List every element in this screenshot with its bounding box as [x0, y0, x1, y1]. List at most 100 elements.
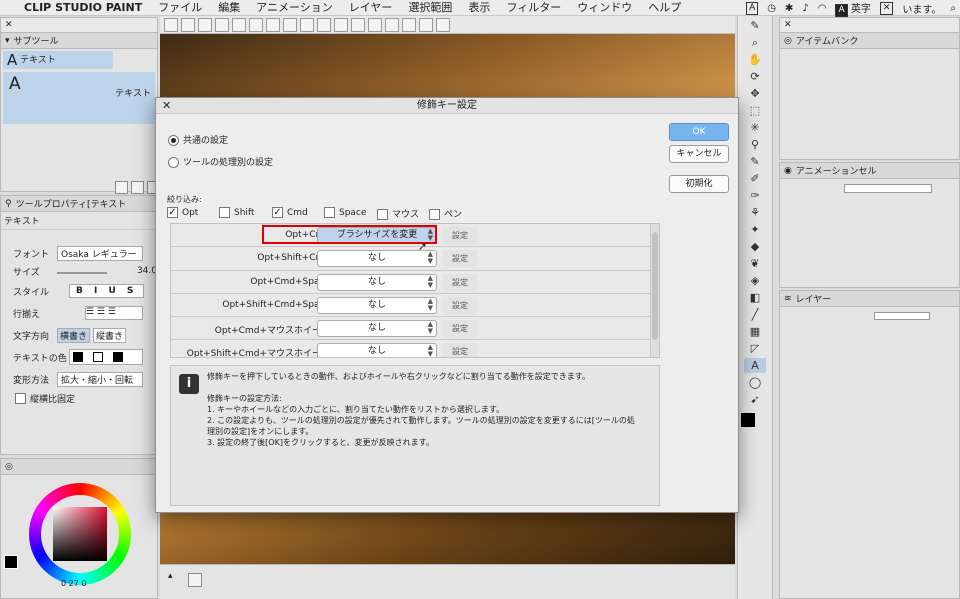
- figure-tool-icon[interactable]: ╱: [744, 307, 766, 322]
- row-action-select[interactable]: なし ▲ ▼: [317, 296, 437, 314]
- toolprop-tab[interactable]: ⚲ ツールプロパティ[テキスト: [1, 196, 157, 212]
- cancel-button[interactable]: キャンセル: [669, 145, 729, 163]
- display-icon[interactable]: A: [746, 1, 759, 15]
- row-setting-button[interactable]: 設定: [443, 343, 477, 357]
- sparkle-tool-icon[interactable]: ✦: [744, 222, 766, 237]
- color-panel-tab[interactable]: ◎: [1, 459, 157, 475]
- filter-shift[interactable]: Shift: [219, 207, 272, 220]
- vertical-button[interactable]: 縦書き: [93, 327, 127, 343]
- subtool-large-item[interactable]: A テキスト: [3, 72, 155, 124]
- volume-icon[interactable]: ♪: [802, 3, 808, 14]
- color-wheel[interactable]: [29, 483, 131, 585]
- menu-view[interactable]: 表示: [460, 0, 498, 16]
- row-action-select[interactable]: なし ▲ ▼: [317, 320, 437, 338]
- size-value[interactable]: 34.0: [137, 266, 157, 276]
- user-name[interactable]: います。: [902, 1, 941, 16]
- time-machine-icon[interactable]: ◷: [767, 3, 776, 14]
- move-tool-icon[interactable]: ✥: [744, 86, 766, 101]
- menu-help[interactable]: ヘルプ: [640, 0, 689, 16]
- rotate-tool-icon[interactable]: ⟳: [744, 69, 766, 84]
- bluetooth-icon[interactable]: ✱: [785, 3, 793, 14]
- import-icon[interactable]: [436, 17, 450, 32]
- export-icon[interactable]: [419, 17, 433, 32]
- new-file-icon[interactable]: [181, 17, 195, 32]
- text-color-swatches[interactable]: [69, 349, 143, 365]
- gradient-tool-icon[interactable]: ◧: [744, 290, 766, 305]
- filter-opt[interactable]: ✓ Opt: [167, 207, 219, 220]
- layer-tab[interactable]: ≋ レイヤー: [780, 291, 959, 307]
- airbrush-tool-icon[interactable]: ✑: [744, 188, 766, 203]
- main-color-chip[interactable]: [4, 555, 18, 569]
- color-square[interactable]: [53, 507, 107, 561]
- dialog-close-icon[interactable]: ✕: [162, 98, 171, 114]
- main-color-chip[interactable]: [741, 413, 755, 427]
- filter-opt-checkbox[interactable]: ✓: [167, 207, 178, 218]
- filter-mouse-checkbox[interactable]: [377, 209, 388, 220]
- zoom-tool-icon[interactable]: ⌕: [744, 35, 766, 50]
- pen-tool-icon[interactable]: ✎: [744, 18, 766, 33]
- menu-filter[interactable]: フィルター: [498, 0, 569, 16]
- filter-space-checkbox[interactable]: [324, 207, 335, 218]
- row-action-select[interactable]: なし ▲ ▼: [317, 343, 437, 357]
- app-menu[interactable]: CLIP STUDIO PAINT: [16, 0, 150, 16]
- horizontal-button[interactable]: 横書き: [57, 327, 91, 343]
- transform-icon[interactable]: [300, 17, 314, 32]
- wifi-icon[interactable]: ◠: [818, 3, 827, 14]
- scrollbar-thumb[interactable]: [652, 232, 658, 340]
- main-color-swatch[interactable]: [73, 352, 83, 362]
- help-icon[interactable]: [402, 17, 416, 32]
- frame-tool-icon[interactable]: ▦: [744, 324, 766, 339]
- fill-tool-icon[interactable]: ◈: [744, 273, 766, 288]
- selection-tool-icon[interactable]: ⬚: [744, 103, 766, 118]
- row-setting-button[interactable]: 設定: [443, 273, 477, 291]
- ruler-icon[interactable]: [368, 17, 382, 32]
- panel-close-icon[interactable]: ✕: [5, 20, 13, 30]
- save-icon[interactable]: [215, 17, 229, 32]
- pencil-tool-icon[interactable]: ✎: [744, 154, 766, 169]
- transform-select[interactable]: 拡大・縮小・回転: [57, 371, 143, 387]
- menu-edit[interactable]: 編集: [210, 0, 248, 16]
- search-icon[interactable]: ⌕: [950, 3, 956, 14]
- ruler-tool-icon[interactable]: ◸: [744, 341, 766, 356]
- filter-pen[interactable]: ペン: [429, 207, 462, 220]
- navigator-icon[interactable]: [188, 573, 202, 587]
- snap-icon[interactable]: [385, 17, 399, 32]
- copy-icon[interactable]: [115, 181, 128, 194]
- menu-file[interactable]: ファイル: [150, 0, 210, 16]
- row-setting-button[interactable]: 設定: [443, 227, 477, 244]
- deselect-icon[interactable]: [334, 17, 348, 32]
- opacity-field[interactable]: [874, 312, 930, 320]
- balloon-tool-icon[interactable]: ◯: [744, 375, 766, 390]
- eraser-tool-icon[interactable]: ◆: [744, 239, 766, 254]
- row-setting-button[interactable]: 設定: [443, 320, 477, 338]
- menu-selection[interactable]: 選択範囲: [400, 0, 460, 16]
- fill-icon[interactable]: [283, 17, 297, 32]
- brush-tool-icon[interactable]: ✐: [744, 171, 766, 186]
- decoration-tool-icon[interactable]: ⚘: [744, 205, 766, 220]
- filter-cmd-checkbox[interactable]: ✓: [272, 207, 283, 218]
- filter-space[interactable]: Space: [324, 207, 377, 220]
- subtool-tab[interactable]: ▾ サブツール: [1, 33, 157, 49]
- reset-button[interactable]: 初期化: [669, 175, 729, 193]
- clip-studio-icon[interactable]: [164, 17, 178, 32]
- undo-icon[interactable]: [232, 17, 246, 32]
- menu-window[interactable]: ウィンドウ: [569, 0, 640, 16]
- scroll-arrow-icon[interactable]: ▴: [168, 571, 173, 581]
- anim-field[interactable]: [844, 184, 932, 193]
- eyedropper-icon[interactable]: ⚲: [744, 137, 766, 152]
- list-scrollbar[interactable]: [650, 224, 659, 357]
- switcher-icon[interactable]: ✕: [879, 1, 894, 15]
- auto-select-icon[interactable]: ✳: [744, 120, 766, 135]
- crop-icon[interactable]: [351, 17, 365, 32]
- open-file-icon[interactable]: [198, 17, 212, 32]
- sub-color-swatch[interactable]: [93, 352, 103, 362]
- blend-tool-icon[interactable]: ❦: [744, 256, 766, 271]
- text-tool-icon[interactable]: A: [744, 358, 766, 373]
- redo-icon[interactable]: [249, 17, 263, 32]
- user-color-swatch[interactable]: [113, 352, 123, 362]
- select-all-icon[interactable]: [317, 17, 331, 32]
- row-setting-button[interactable]: 設定: [443, 250, 477, 268]
- filter-pen-checkbox[interactable]: [429, 209, 440, 220]
- radio-per-tool[interactable]: ツールの処理別の設定: [168, 155, 273, 168]
- menu-layer[interactable]: レイヤー: [341, 0, 401, 16]
